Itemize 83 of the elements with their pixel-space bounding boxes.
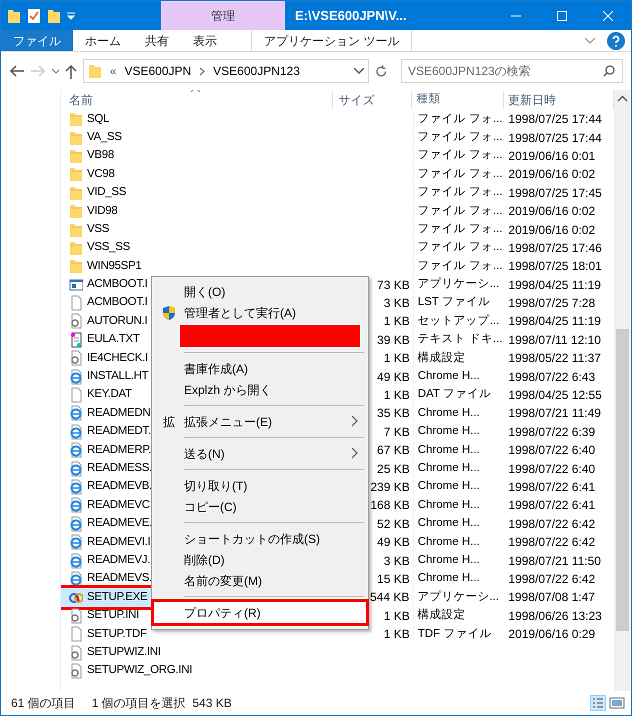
file-type: Chrome H... bbox=[418, 462, 480, 474]
file-size: 544 KB bbox=[370, 590, 410, 604]
modified-date: 1998/07/22 6:40 bbox=[508, 443, 596, 458]
file-type: TDF ファイル bbox=[418, 628, 492, 640]
file-type: ファイル フォ... bbox=[418, 260, 502, 272]
file-type: Chrome H... bbox=[418, 498, 480, 511]
window-title: E:\VSE600JPN\V... bbox=[294, 6, 408, 25]
file-type: ファイル フォ... bbox=[418, 112, 502, 125]
file-type: テキスト ドキ... bbox=[418, 333, 502, 346]
file-type: Chrome H... bbox=[418, 444, 480, 456]
modified-date: 1998/07/25 17:46 bbox=[508, 240, 602, 255]
modified-date: 2019/06/16 0:02 bbox=[508, 204, 596, 218]
file-size: 3 KB bbox=[384, 554, 410, 568]
file-size: 73 KB bbox=[377, 278, 410, 292]
file-size: 239 KB bbox=[370, 480, 410, 494]
file-type: Chrome H... bbox=[418, 425, 480, 438]
modified-date: 1998/07/21 11:49 bbox=[508, 406, 601, 420]
file-size: 1 KB bbox=[384, 388, 410, 402]
file-size: 1 KB bbox=[384, 351, 410, 366]
file-type: ファイル フォ... bbox=[418, 149, 502, 162]
file-type: Chrome H... bbox=[418, 480, 480, 492]
selection-info: 1 個の項目を選択 543 KB bbox=[92, 695, 232, 712]
file-type: Chrome H... bbox=[418, 554, 480, 566]
menu-glyph: 拡 bbox=[163, 414, 175, 430]
item-count: 61 個の項目 bbox=[11, 695, 76, 712]
modified-date: 1998/07/25 17:44 bbox=[508, 112, 602, 126]
modified-date: 1998/04/25 12:55 bbox=[508, 388, 602, 402]
file-size: 25 KB bbox=[377, 462, 410, 476]
file-size: 39 KB bbox=[377, 332, 410, 347]
modified-date: 1998/06/26 13:23 bbox=[508, 608, 602, 623]
file-type: 構成設定 bbox=[418, 609, 466, 622]
file-type: アプリケーシ... bbox=[418, 278, 500, 290]
file-type: LST ファイル bbox=[418, 296, 490, 308]
file-type: ファイル フォ... bbox=[418, 168, 502, 180]
file-size: 52 KB bbox=[377, 516, 410, 531]
modified-date: 1998/07/21 11:50 bbox=[508, 554, 601, 568]
file-type: ファイル フォ... bbox=[418, 222, 502, 235]
modified-date: 1998/07/22 6:40 bbox=[508, 462, 596, 476]
modified-date: 1998/07/22 6:39 bbox=[508, 424, 596, 439]
file-size: 7 KB bbox=[384, 424, 410, 439]
file-size: 3 KB bbox=[384, 296, 410, 310]
file-type: Chrome H... bbox=[418, 536, 480, 548]
file-size: 1 KB bbox=[384, 627, 410, 642]
modified-date: 1998/07/22 6:41 bbox=[508, 480, 596, 494]
modified-date: 1998/07/25 7:28 bbox=[508, 296, 596, 310]
modified-date: 1998/07/22 6:42 bbox=[508, 535, 596, 550]
file-size: 49 KB bbox=[377, 370, 410, 384]
modified-date: 2019/06/16 0:01 bbox=[508, 148, 596, 163]
file-size: 1 KB bbox=[384, 608, 410, 623]
file-type: 構成設定 bbox=[418, 352, 466, 364]
file-type: ファイル フォ... bbox=[418, 130, 502, 143]
file-size: 67 KB bbox=[377, 443, 410, 458]
modified-date: 1998/07/22 6:42 bbox=[508, 572, 596, 586]
modified-date: 1998/07/22 6:43 bbox=[508, 370, 596, 384]
file-size: 15 KB bbox=[377, 572, 410, 586]
modified-date: 1998/07/25 17:44 bbox=[508, 130, 602, 145]
file-size: 1 KB bbox=[384, 314, 410, 328]
contextual-tab-label: 管理 bbox=[161, 1, 285, 30]
file-size: 168 KB bbox=[370, 498, 410, 512]
modified-date: 1998/07/25 18:01 bbox=[508, 259, 602, 274]
file-type: Chrome H... bbox=[418, 370, 480, 382]
modified-date: 1998/04/25 11:19 bbox=[508, 314, 601, 328]
file-type: ファイル フォ... bbox=[418, 204, 502, 217]
file-type: Chrome H... bbox=[418, 517, 480, 530]
file-type: セットアップ... bbox=[418, 314, 500, 327]
modified-date: 1998/07/25 17:45 bbox=[508, 186, 602, 200]
file-size: 49 KB bbox=[377, 535, 410, 550]
modified-date: 2019/06/16 0:02 bbox=[508, 222, 596, 237]
modified-date: 1998/07/22 6:42 bbox=[508, 516, 596, 531]
modified-date: 1998/04/25 11:19 bbox=[508, 278, 601, 292]
file-type: ファイル フォ... bbox=[418, 186, 502, 198]
file-type: Chrome H... bbox=[418, 572, 480, 584]
file-size: 35 KB bbox=[377, 406, 410, 420]
file-type: DAT ファイル bbox=[418, 388, 491, 400]
modified-date: 1998/05/22 11:37 bbox=[508, 351, 601, 366]
file-type: ファイル フォ... bbox=[418, 241, 502, 254]
modified-date: 1998/07/22 6:41 bbox=[508, 498, 596, 512]
modified-date: 1998/07/08 1:47 bbox=[508, 590, 595, 604]
modified-date: 1998/07/11 12:10 bbox=[508, 332, 601, 347]
file-type: Chrome H... bbox=[418, 406, 480, 419]
modified-date: 2019/06/16 0:02 bbox=[508, 167, 596, 182]
modified-date: 2019/06/16 0:29 bbox=[508, 627, 596, 642]
file-type: アプリケーシ... bbox=[417, 590, 499, 603]
